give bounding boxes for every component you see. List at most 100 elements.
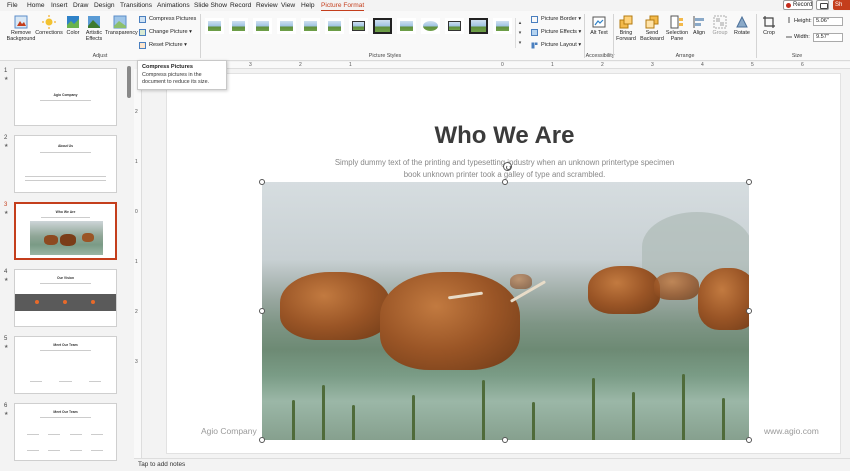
- transparency-button[interactable]: Transparency: [105, 15, 138, 36]
- menu-draw[interactable]: Draw: [73, 1, 88, 10]
- menu-help[interactable]: Help: [301, 1, 315, 10]
- resize-handle-bottom-right[interactable]: [746, 437, 752, 443]
- cow-distant: [510, 274, 532, 289]
- grass: [592, 378, 595, 440]
- compress-pictures-tooltip: Compress Pictures Compress pictures in t…: [137, 60, 227, 90]
- width-field[interactable]: 9.57": [813, 33, 843, 42]
- menu-view[interactable]: View: [281, 1, 295, 10]
- change-picture-button[interactable]: Change Picture ▾: [139, 28, 192, 36]
- selection-pane-button[interactable]: Selection Pane: [665, 15, 689, 42]
- ruler-number: 5: [751, 62, 754, 68]
- resize-handle-top[interactable]: [502, 179, 508, 185]
- thumb-line: [69, 434, 82, 435]
- artistic-effects-button[interactable]: Artistic Effects: [82, 15, 106, 42]
- ruler-number: 0: [501, 62, 504, 68]
- picture-style-2[interactable]: [229, 18, 248, 34]
- slide-thumbnail-6[interactable]: Meet Our Team: [14, 403, 117, 461]
- slide-thumbnail-5[interactable]: Meet Our Team: [14, 336, 117, 394]
- picture-style-5[interactable]: [301, 18, 320, 34]
- picture-layout-button[interactable]: Picture Layout ▾: [531, 41, 581, 49]
- slide-canvas[interactable]: Who We Are Simply dummy text of the prin…: [166, 73, 841, 454]
- menu-picture-format[interactable]: Picture Format: [321, 1, 365, 11]
- align-button[interactable]: Align: [689, 15, 709, 36]
- menu-design[interactable]: Design: [94, 1, 115, 10]
- rotate-handle-icon[interactable]: [503, 162, 512, 171]
- crop-button[interactable]: Crop: [760, 15, 778, 36]
- picture-style-7[interactable]: [349, 18, 368, 34]
- menu-file[interactable]: File: [7, 1, 18, 10]
- resize-handle-top-left[interactable]: [259, 179, 265, 185]
- chevron-down-icon[interactable]: ▾: [519, 30, 522, 36]
- picture-style-11[interactable]: [445, 18, 464, 34]
- height-field[interactable]: 5.06": [813, 17, 843, 26]
- reset-picture-button[interactable]: Reset Picture ▾: [139, 41, 187, 49]
- menu-slide-show[interactable]: Slide Show: [194, 1, 227, 10]
- thumb-line: [25, 180, 106, 181]
- cow-center: [380, 272, 520, 370]
- group-button[interactable]: Group: [709, 15, 731, 36]
- slide-footer-website[interactable]: www.agio.com: [764, 426, 819, 436]
- menu-animations[interactable]: Animations: [157, 1, 190, 10]
- slide-thumbnail-3[interactable]: Who We Are: [14, 202, 117, 260]
- menu-insert[interactable]: Insert: [51, 1, 68, 10]
- slide-thumbnail-1[interactable]: Agio Company: [14, 68, 117, 126]
- resize-handle-bottom-left[interactable]: [259, 437, 265, 443]
- thumb-line: [27, 434, 40, 435]
- ruler-number: 6: [801, 62, 804, 68]
- picture-style-3[interactable]: [253, 18, 272, 34]
- gallery-scroll[interactable]: ▴ ▾ ▾: [515, 18, 524, 48]
- remove-background-button[interactable]: Remove Background: [5, 15, 37, 42]
- bring-forward-button[interactable]: Bring Forward: [615, 15, 637, 42]
- resize-handle-right[interactable]: [746, 308, 752, 314]
- picture-style-9[interactable]: [397, 18, 416, 34]
- scrollbar-thumb[interactable]: [127, 66, 131, 98]
- picture-style-13[interactable]: [493, 18, 512, 34]
- corrections-button[interactable]: Corrections: [35, 15, 63, 36]
- picture-style-10[interactable]: [421, 18, 440, 34]
- comments-button[interactable]: [816, 0, 829, 10]
- record-button[interactable]: Record: [783, 0, 813, 10]
- color-button[interactable]: Color: [63, 15, 83, 36]
- picture-style-1[interactable]: [205, 18, 224, 34]
- remove-background-label: Remove Background: [6, 30, 36, 42]
- menu-review[interactable]: Review: [256, 1, 278, 10]
- picture-style-12[interactable]: [469, 18, 488, 34]
- slide-footer-company[interactable]: Agio Company: [201, 426, 257, 436]
- resize-handle-top-right[interactable]: [746, 179, 752, 185]
- chevron-down-icon: ▾: [189, 29, 192, 35]
- compress-pictures-button[interactable]: Compress Pictures: [139, 15, 196, 23]
- picture-style-4[interactable]: [277, 18, 296, 34]
- picture-style-6[interactable]: [325, 18, 344, 34]
- picture-effects-button[interactable]: Picture Effects ▾: [531, 28, 581, 36]
- menu-transitions[interactable]: Transitions: [120, 1, 152, 10]
- picture-style-8[interactable]: [373, 18, 392, 34]
- alt-text-icon: [592, 16, 606, 28]
- notes-pane[interactable]: Tap to add notes: [134, 458, 850, 471]
- alt-text-button[interactable]: Alt Text: [589, 15, 609, 36]
- menu-record[interactable]: Record: [230, 1, 251, 10]
- resize-handle-left[interactable]: [259, 308, 265, 314]
- corrections-label: Corrections: [35, 30, 63, 36]
- grass: [292, 400, 295, 440]
- ruler-number: 4: [701, 62, 704, 68]
- chevron-up-icon[interactable]: ▴: [519, 20, 522, 26]
- thumbnail-scrollbar[interactable]: [127, 62, 131, 471]
- picture-border-button[interactable]: Picture Border ▾: [531, 15, 581, 23]
- height-label: Height:: [794, 18, 812, 24]
- share-button[interactable]: Sh: [833, 0, 850, 10]
- thumb-line: [40, 152, 91, 153]
- slide-title[interactable]: Who We Are: [167, 122, 842, 150]
- slide-thumbnail-2[interactable]: About Us: [14, 135, 117, 193]
- rotate-button[interactable]: Rotate: [732, 15, 752, 36]
- compress-icon: [139, 16, 146, 23]
- group-divider: [756, 14, 757, 58]
- resize-handle-bottom[interactable]: [502, 437, 508, 443]
- gallery-more-icon[interactable]: ▾: [519, 40, 522, 46]
- menu-home[interactable]: Home: [27, 1, 45, 10]
- grass: [632, 392, 635, 440]
- thumb-band: [15, 294, 116, 311]
- highland-cattle-picture[interactable]: [262, 182, 749, 440]
- send-backward-button[interactable]: Send Backward: [640, 15, 664, 42]
- slide-thumbnail-4[interactable]: Our Vision: [14, 269, 117, 327]
- thumb-line: [40, 350, 91, 351]
